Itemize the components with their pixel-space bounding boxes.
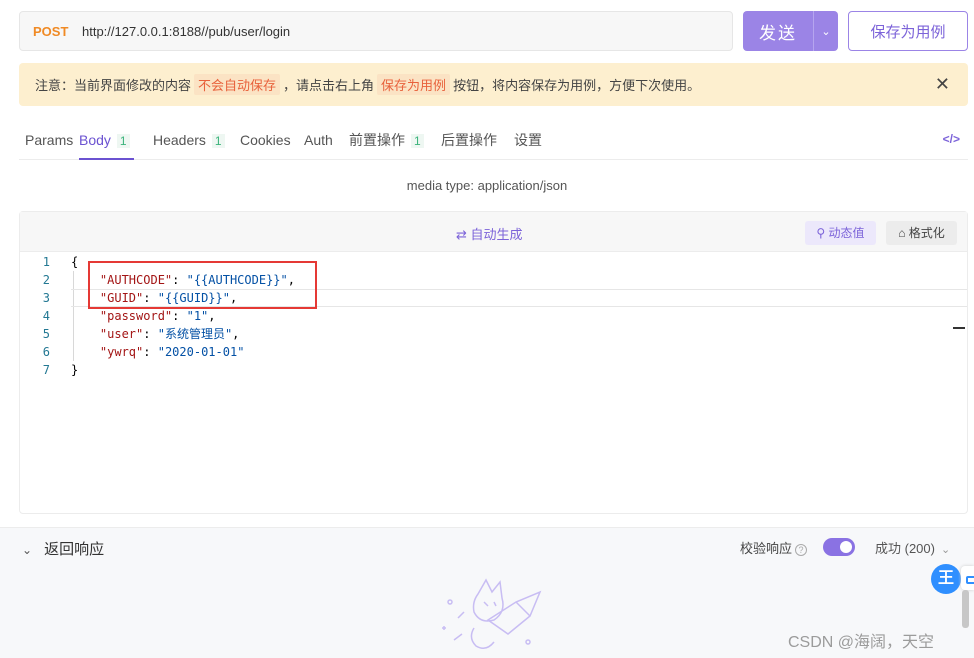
tab-label: Params <box>25 132 74 148</box>
line-content: "password": "1", <box>99 309 216 323</box>
tab-count: 1 <box>211 134 225 148</box>
chevron-down-icon[interactable]: ⌄ <box>814 25 838 38</box>
tab-label: Cookies <box>240 132 291 148</box>
close-icon[interactable]: ✕ <box>935 74 950 95</box>
tab-post-actions[interactable]: 后置操作 <box>441 120 497 160</box>
json-key: "ywrq" <box>99 345 144 359</box>
validate-toggle[interactable] <box>823 538 855 556</box>
code-line: 5 "user": "系统管理员", <box>20 325 967 343</box>
chevron-down-icon[interactable]: ⌄ <box>941 544 950 556</box>
method-selector[interactable]: POST <box>20 24 82 39</box>
url-bar[interactable]: POST http://127.0.0.1:8188//pub/user/log… <box>19 11 733 51</box>
url-input[interactable]: http://127.0.0.1:8188//pub/user/login <box>82 24 290 39</box>
validate-response: 校验响应? <box>740 538 808 557</box>
wand-icon: ⚲ <box>816 226 829 240</box>
format-button[interactable]: ⌂ 格式化 <box>886 221 957 245</box>
scrollbar-thumb[interactable] <box>962 590 969 628</box>
send-button-label[interactable]: 发送 <box>743 19 813 44</box>
notice-highlight-autosave: 不会自动保存 <box>194 74 281 95</box>
tab-label: 设置 <box>514 132 542 148</box>
tab-label: Body <box>79 132 111 148</box>
code-icon[interactable]: </> <box>943 132 960 146</box>
notice-banner: 注意：当前界面修改的内容 不会自动保存 ，请点击右上角 保存为用例 按钮，将内容… <box>19 63 968 106</box>
line-number: 3 <box>42 291 50 305</box>
scroll-marker <box>953 327 965 329</box>
line-number: 4 <box>42 309 50 323</box>
code-line: 6 "ywrq": "2020-01-01" <box>20 343 967 361</box>
response-status[interactable]: 成功 (200) ⌄ <box>875 538 950 557</box>
tab-label: 前置操作 <box>349 132 405 148</box>
send-button[interactable]: 发送 ⌄ <box>743 11 838 51</box>
tab-cookies[interactable]: Cookies <box>240 120 291 160</box>
notice-prefix: 注意：当前界面修改的内容 <box>35 78 192 93</box>
json-key: "password" <box>99 309 173 323</box>
tab-body[interactable]: Body 1 <box>79 120 134 160</box>
tab-count: 1 <box>411 134 424 148</box>
code-line: 4 "password": "1", <box>20 307 967 325</box>
status-label: 成功 (200) <box>875 541 935 556</box>
json-comma: , <box>232 327 240 341</box>
tab-count: 1 <box>116 134 130 148</box>
line-number: 5 <box>42 327 50 341</box>
tab-label: Auth <box>304 132 333 148</box>
line-content: { <box>71 255 79 269</box>
line-content: } <box>71 363 79 377</box>
code-line: 7 } <box>20 361 967 379</box>
json-value: "2020-01-01" <box>157 345 245 359</box>
line-number: 7 <box>42 363 50 377</box>
line-content: "user": "系统管理员", <box>99 327 240 341</box>
watermark: CSDN @海阔，天空 <box>788 634 935 651</box>
notice-highlight-save: 保存为用例 <box>377 74 451 95</box>
line-number: 6 <box>42 345 50 359</box>
json-key: "user" <box>99 327 144 341</box>
notice-middle: ，请点击右上角 <box>283 78 375 93</box>
highlight-annotation-box <box>88 261 317 309</box>
format-icon: ⌂ <box>898 226 909 240</box>
assistant-badge-icon[interactable]: 王 <box>931 564 961 594</box>
tab-settings[interactable]: 设置 <box>514 120 542 160</box>
line-number: 2 <box>42 273 50 287</box>
chevron-down-icon[interactable]: ⌄ <box>22 543 32 557</box>
format-label: 格式化 <box>908 226 945 240</box>
request-tabs: Params Body 1 Headers 1 Cookies Auth 前置操作 1… <box>19 120 968 160</box>
json-editor[interactable]: ⇄ 自动生成 ⚲ 动态值 ⌂ 格式化 1 { 2 "AUTHCODE": "{{… <box>19 211 968 514</box>
assistant-toggle-icon[interactable] <box>961 566 974 590</box>
line-number: 1 <box>42 255 50 269</box>
tab-label: Headers <box>153 132 206 148</box>
editor-toolbar: ⇄ 自动生成 ⚲ 动态值 ⌂ 格式化 <box>20 212 967 252</box>
response-header[interactable]: ⌄ 返回响应 <box>22 538 104 559</box>
tab-params[interactable]: Params <box>25 120 73 160</box>
tab-auth[interactable]: Auth <box>304 120 333 160</box>
line-content: "ywrq": "2020-01-01" <box>99 345 245 359</box>
fox-rocket-illustration <box>442 578 542 649</box>
tab-pre-actions[interactable]: 前置操作 1 <box>349 120 424 160</box>
validate-label: 校验响应 <box>740 541 793 556</box>
tab-label: 后置操作 <box>441 132 497 148</box>
json-value: "系统管理员" <box>157 327 233 341</box>
auto-generate-button[interactable]: ⇄ 自动生成 <box>456 224 523 243</box>
media-type-label: media type: application/json <box>406 178 568 193</box>
dynamic-value-label: 动态值 <box>828 226 865 240</box>
json-comma: , <box>208 309 216 323</box>
response-title: 返回响应 <box>44 541 105 558</box>
json-value: "1" <box>186 309 209 323</box>
save-as-case-button[interactable]: 保存为用例 <box>848 11 968 51</box>
dynamic-value-button[interactable]: ⚲ 动态值 <box>805 221 876 245</box>
tab-headers[interactable]: Headers 1 <box>153 120 225 160</box>
help-icon[interactable]: ? <box>795 544 808 556</box>
notice-suffix: 按钮，将内容保存为用例，方便下次使用。 <box>453 78 701 93</box>
